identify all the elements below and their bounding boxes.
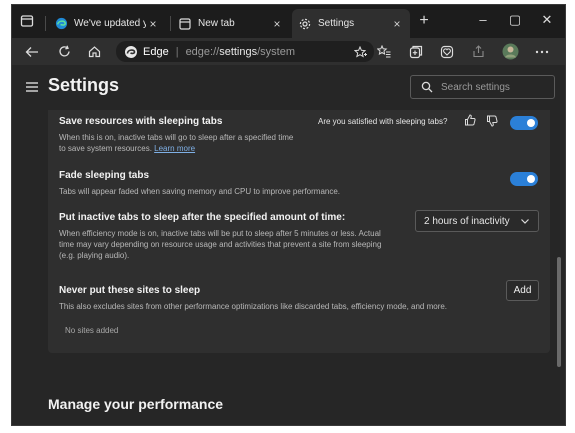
more-dots-icon bbox=[535, 50, 549, 53]
tab-updates[interactable]: We've updated you × bbox=[48, 9, 166, 38]
toggle-knob bbox=[527, 175, 535, 183]
tab-new-tab[interactable]: New tab × bbox=[172, 9, 290, 38]
profile-avatar[interactable] bbox=[500, 42, 520, 61]
toggle-knob bbox=[527, 119, 535, 127]
edge-logo-icon bbox=[54, 17, 68, 31]
never-sleep-description: This also excludes sites from other perf… bbox=[59, 302, 448, 311]
heart-shield-icon bbox=[440, 45, 454, 58]
tab-close-button[interactable]: × bbox=[390, 17, 404, 31]
never-sleep-title: Never put these sites to sleep bbox=[59, 285, 201, 296]
close-window-button[interactable]: ✕ bbox=[532, 11, 562, 31]
tab-label: Settings bbox=[318, 18, 355, 29]
favorites-button[interactable] bbox=[374, 42, 394, 61]
inactive-timer-title: Put inactive tabs to sleep after the spe… bbox=[59, 212, 346, 223]
page-title: Settings bbox=[48, 75, 120, 95]
add-site-button[interactable]: Add bbox=[506, 280, 539, 301]
search-input[interactable] bbox=[441, 81, 541, 93]
tab-label: We've updated you bbox=[74, 18, 146, 29]
tab-close-button[interactable]: × bbox=[146, 17, 160, 31]
no-sites-placeholder: No sites added bbox=[65, 326, 119, 335]
add-favorite-icon bbox=[353, 45, 367, 58]
search-icon bbox=[421, 81, 433, 93]
newtab-page-icon bbox=[178, 17, 192, 31]
collections-button[interactable] bbox=[406, 42, 426, 61]
address-bar[interactable]: Edge | edge://settings/system bbox=[116, 41, 374, 62]
fade-tabs-title: Fade sleeping tabs bbox=[59, 170, 150, 181]
feedback-question: Are you satisfied with sleeping tabs? bbox=[318, 117, 448, 126]
inactivity-timeout-dropdown[interactable]: 2 hours of inactivity bbox=[415, 210, 539, 232]
minimize-button[interactable]: – bbox=[468, 11, 498, 31]
settings-header: Settings bbox=[12, 65, 565, 110]
back-button[interactable] bbox=[22, 42, 42, 61]
address-divider: | bbox=[175, 45, 179, 58]
tab-label: New tab bbox=[198, 18, 235, 29]
home-button[interactable] bbox=[84, 42, 104, 61]
new-tab-button[interactable]: + bbox=[414, 13, 434, 31]
fade-tabs-description: Tabs will appear faded when saving memor… bbox=[59, 187, 341, 196]
tab-close-button[interactable]: × bbox=[270, 17, 284, 31]
tab-settings[interactable]: Settings × bbox=[292, 9, 410, 38]
address-url: edge://settings/system bbox=[185, 45, 296, 58]
sleeping-tabs-description: When this is on, inactive tabs will go t… bbox=[59, 133, 294, 153]
share-icon bbox=[472, 45, 484, 58]
fade-tabs-toggle[interactable] bbox=[510, 172, 538, 186]
refresh-button[interactable] bbox=[54, 42, 74, 61]
sleeping-tabs-toggle[interactable] bbox=[510, 116, 538, 130]
tab-separator bbox=[45, 16, 46, 31]
tab-separator bbox=[170, 16, 171, 31]
window-menu-icon[interactable] bbox=[20, 14, 34, 28]
settings-search-box[interactable] bbox=[410, 75, 555, 99]
settings-and-more-button[interactable] bbox=[532, 42, 552, 61]
settings-content: Save resources with sleeping tabs Are yo… bbox=[12, 110, 565, 425]
thumbs-down-icon[interactable] bbox=[486, 115, 498, 127]
title-bar: We've updated you × New tab × Settings bbox=[12, 5, 565, 38]
dropdown-selected-value: 2 hours of inactivity bbox=[424, 215, 510, 227]
thumbs-up-icon[interactable] bbox=[464, 114, 476, 126]
performance-section-title: Manage your performance bbox=[48, 396, 224, 412]
favorite-star-button[interactable] bbox=[352, 44, 368, 60]
home-icon bbox=[88, 46, 100, 58]
navigation-toolbar: Edge | edge://settings/system bbox=[12, 38, 565, 65]
back-arrow-icon bbox=[25, 46, 38, 57]
address-site-name: Edge bbox=[143, 45, 169, 58]
sleeping-tabs-card: Save resources with sleeping tabs Are yo… bbox=[48, 110, 550, 353]
browser-essentials-button[interactable] bbox=[437, 42, 457, 61]
chevron-down-icon bbox=[521, 219, 529, 224]
edge-logo-icon bbox=[125, 45, 137, 58]
maximize-button[interactable]: ▢ bbox=[500, 11, 530, 31]
hamburger-menu-icon[interactable] bbox=[24, 80, 40, 94]
browser-window: We've updated you × New tab × Settings bbox=[11, 4, 566, 426]
inactive-timer-description: When efficiency mode is on, inactive tab… bbox=[59, 229, 382, 260]
gear-icon bbox=[298, 17, 312, 31]
avatar-icon bbox=[502, 43, 518, 60]
learn-more-link[interactable]: Learn more bbox=[154, 144, 195, 153]
sleeping-tabs-title: Save resources with sleeping tabs bbox=[59, 116, 223, 127]
collections-icon bbox=[409, 45, 423, 58]
page-scrollbar[interactable] bbox=[557, 257, 561, 367]
share-button[interactable] bbox=[468, 42, 488, 61]
favorites-list-icon bbox=[377, 45, 391, 58]
refresh-icon bbox=[58, 45, 70, 57]
